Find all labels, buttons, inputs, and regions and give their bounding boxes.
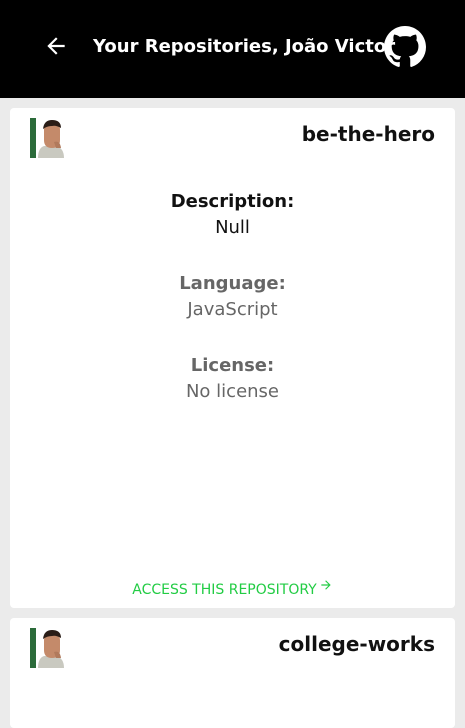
license-value: No license bbox=[185, 381, 280, 402]
repository-card: college-works bbox=[10, 618, 455, 728]
description-field: Description: Null bbox=[10, 189, 455, 241]
language-value: JavaScript bbox=[187, 299, 278, 320]
back-button[interactable] bbox=[38, 28, 74, 64]
github-icon bbox=[384, 26, 426, 67]
app-header: Your Repositories, João Victor bbox=[0, 0, 465, 98]
avatar bbox=[30, 628, 70, 668]
repository-card: be-the-hero Description: Null Language: … bbox=[10, 108, 455, 608]
arrow-right-icon bbox=[319, 578, 333, 596]
repository-name: be-the-hero bbox=[301, 122, 435, 146]
avatar bbox=[30, 118, 70, 158]
license-label: License: bbox=[190, 355, 275, 376]
arrow-left-icon bbox=[47, 37, 65, 55]
access-repository-label: ACCESS THIS REPOSITORY bbox=[132, 582, 317, 598]
language-label: Language: bbox=[179, 273, 286, 294]
page-title: Your Repositories, João Victor bbox=[93, 36, 396, 57]
license-field: License: No license bbox=[10, 353, 455, 405]
repository-name: college-works bbox=[278, 632, 435, 656]
access-repository-link[interactable]: ACCESS THIS REPOSITORY bbox=[10, 578, 455, 598]
github-button[interactable] bbox=[383, 25, 427, 69]
description-label: Description: bbox=[170, 191, 295, 212]
language-field: Language: JavaScript bbox=[10, 271, 455, 323]
description-value: Null bbox=[215, 217, 250, 238]
